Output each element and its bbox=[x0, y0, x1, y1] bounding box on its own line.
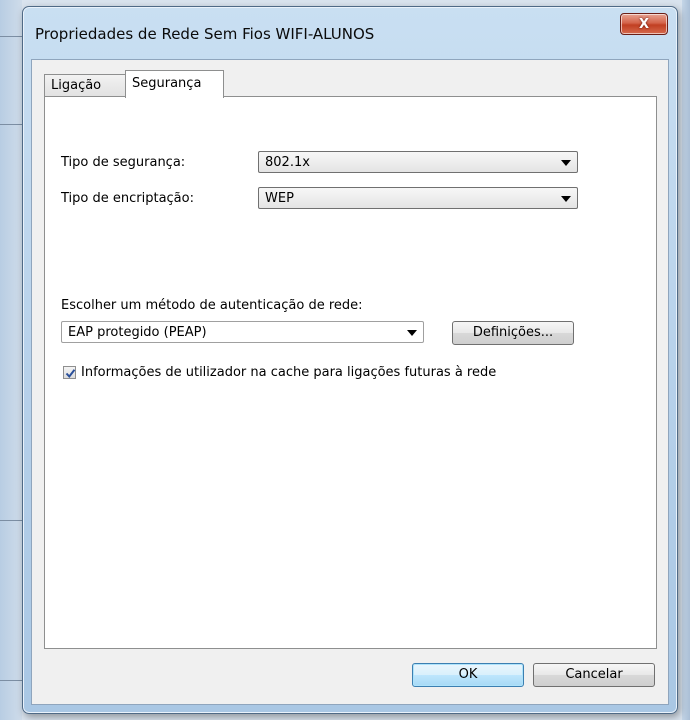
chevron-down-icon bbox=[561, 196, 571, 202]
encryption-type-value: WEP bbox=[265, 191, 294, 206]
desktop-divider bbox=[0, 680, 22, 681]
security-type-value: 802.1x bbox=[265, 155, 310, 170]
ok-button[interactable]: OK bbox=[412, 663, 524, 687]
checkmark-icon bbox=[65, 369, 76, 379]
desktop-divider bbox=[0, 520, 22, 521]
desktop-background-left bbox=[0, 0, 22, 720]
auth-method-value: EAP protegido (PEAP) bbox=[68, 325, 207, 340]
window-title: Propriedades de Rede Sem Fios WIFI-ALUNO… bbox=[35, 25, 375, 43]
auth-method-label: Escolher um método de autenticação de re… bbox=[61, 298, 363, 313]
properties-dialog: Propriedades de Rede Sem Fios WIFI-ALUNO… bbox=[22, 6, 678, 714]
desktop-background-right bbox=[682, 0, 690, 720]
chevron-down-icon bbox=[407, 330, 417, 336]
encryption-type-select[interactable]: WEP bbox=[258, 187, 578, 209]
tab-ligacao[interactable]: Ligação bbox=[44, 74, 128, 97]
security-type-select[interactable]: 802.1x bbox=[258, 151, 578, 173]
desktop-divider bbox=[0, 36, 22, 37]
tab-seguranca[interactable]: Segurança bbox=[125, 70, 224, 98]
cache-credentials-checkbox[interactable] bbox=[63, 366, 76, 379]
chevron-down-icon bbox=[561, 160, 571, 166]
cache-credentials-label[interactable]: Informações de utilizador na cache para … bbox=[81, 365, 496, 380]
auth-method-select[interactable]: EAP protegido (PEAP) bbox=[61, 321, 424, 343]
desktop-divider bbox=[0, 124, 22, 125]
dialog-client-area: Ligação Segurança Tipo de segurança: 802… bbox=[31, 59, 669, 705]
close-icon: X bbox=[638, 16, 650, 32]
cancel-button[interactable]: Cancelar bbox=[533, 663, 655, 687]
title-bar[interactable]: Propriedades de Rede Sem Fios WIFI-ALUNO… bbox=[23, 7, 677, 57]
settings-button[interactable]: Definições... bbox=[452, 321, 574, 345]
security-type-label: Tipo de segurança: bbox=[61, 155, 186, 170]
encryption-type-label: Tipo de encriptação: bbox=[61, 191, 194, 206]
close-button[interactable]: X bbox=[620, 13, 668, 35]
security-tab-page: Tipo de segurança: 802.1x Tipo de encrip… bbox=[44, 96, 657, 649]
